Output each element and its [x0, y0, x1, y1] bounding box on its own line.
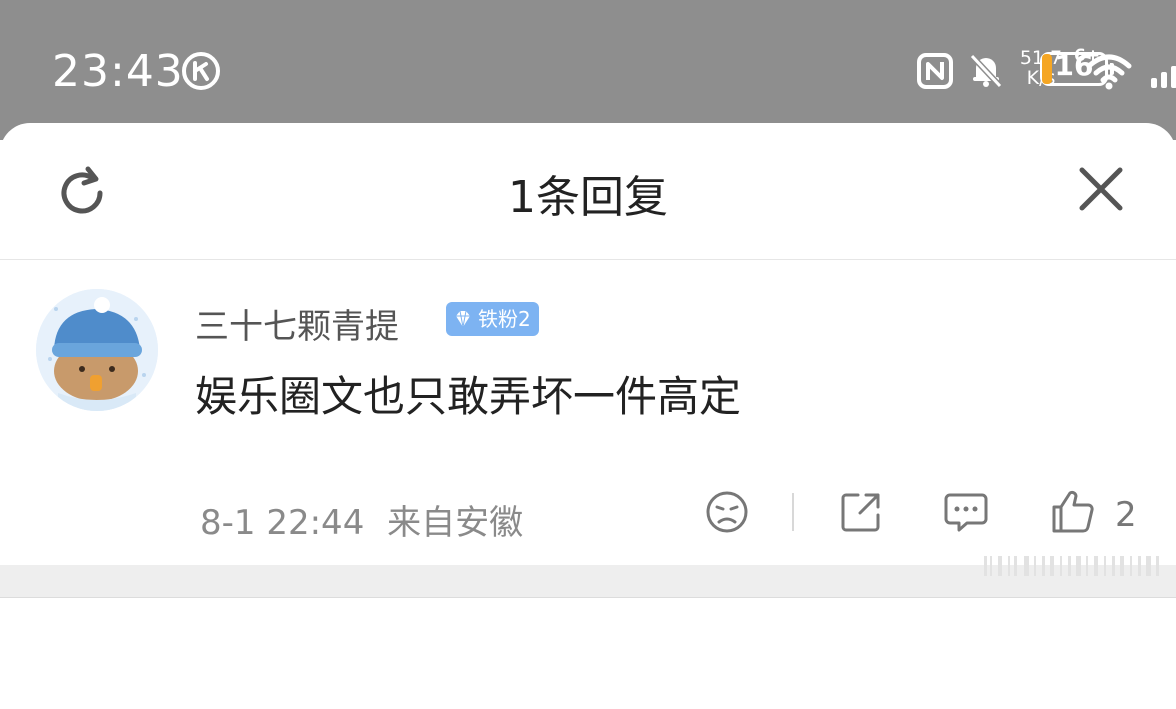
- fan-badge-label: 铁粉2: [478, 307, 531, 331]
- page-title: 1条回复: [508, 172, 668, 223]
- comment-location: 来自安徽: [387, 503, 524, 543]
- app-notification-icon: [182, 52, 220, 90]
- reply-comment-icon[interactable]: [941, 487, 991, 537]
- diamond-icon: [456, 310, 470, 328]
- dislike-face-icon[interactable]: [702, 487, 752, 537]
- signal-bars-icon: [1151, 66, 1176, 88]
- action-divider: [792, 493, 794, 531]
- watermark-barcode: [984, 556, 1159, 576]
- avatar-image: [36, 289, 158, 411]
- username[interactable]: 三十七颗青提: [195, 299, 399, 348]
- like-thumb-icon[interactable]: [1048, 487, 1098, 537]
- comment-item: 三十七颗青提 铁粉2 娱乐圈文也只敢弄坏一件高定 8-1 22:44 来自安徽 …: [0, 259, 1176, 565]
- like-count: 2: [1115, 495, 1137, 535]
- share-icon[interactable]: [836, 487, 886, 537]
- battery-icon: 16: [1040, 49, 1114, 86]
- comment-timestamp: 8-1 22:44: [200, 503, 365, 543]
- comment-meta: 8-1 22:44 来自安徽: [200, 495, 523, 544]
- comment-text: 娱乐圈文也只敢弄坏一件高定: [195, 372, 742, 421]
- fan-level-badge: 铁粉2: [446, 302, 539, 336]
- battery-cap: [1110, 63, 1114, 75]
- sheet-header: 1条回复: [0, 123, 1176, 260]
- battery-level: 16: [1054, 49, 1094, 82]
- avatar[interactable]: [36, 289, 158, 411]
- close-icon[interactable]: [1072, 160, 1130, 218]
- mute-bell-icon: [969, 53, 1003, 89]
- nfc-icon: [917, 53, 953, 89]
- clock-time: 23:43: [52, 46, 184, 97]
- status-bar: 23:43 51.7 K/s 6+ 16: [0, 0, 1176, 140]
